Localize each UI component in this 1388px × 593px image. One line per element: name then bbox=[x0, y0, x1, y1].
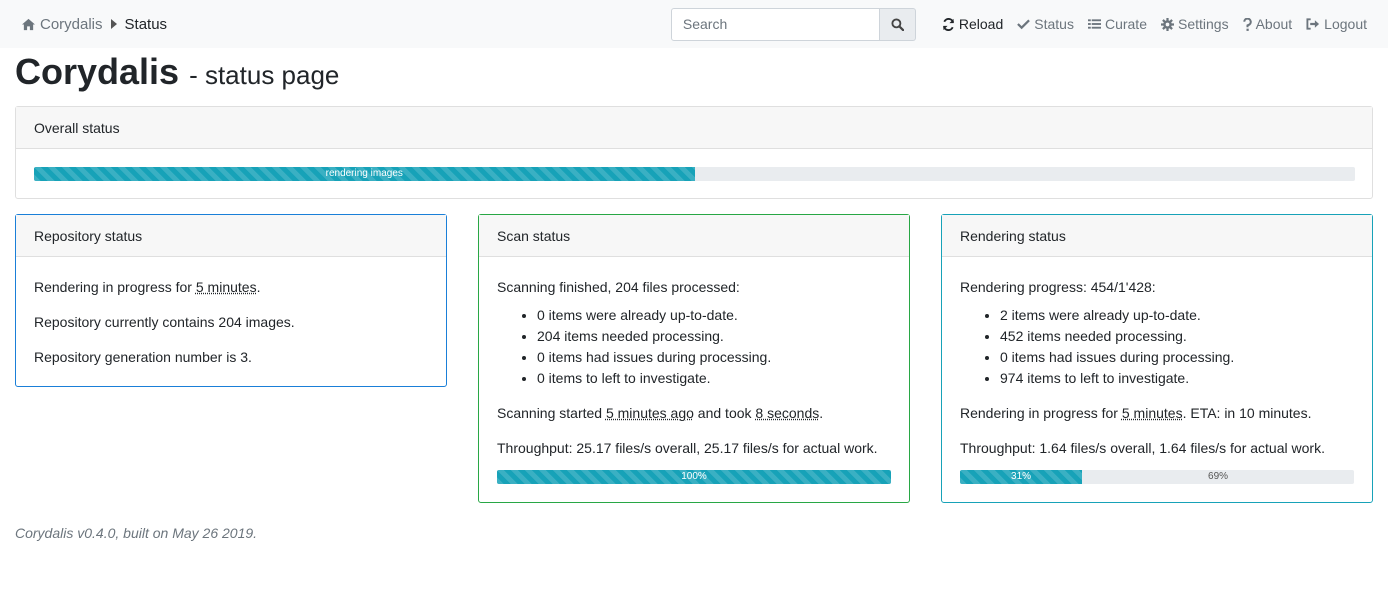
repository-generation-line: Repository generation number is 3. bbox=[34, 349, 252, 365]
overall-progress-bar: rendering images bbox=[34, 167, 695, 181]
scan-progress-bar: 100% bbox=[497, 470, 891, 484]
duration-abbr: 8 seconds bbox=[755, 405, 820, 421]
list-item: 2 items were already up-to-date. bbox=[1000, 305, 1354, 326]
home-icon bbox=[22, 18, 35, 30]
breadcrumb-current: Status bbox=[124, 15, 168, 33]
time-abbr: 5 minutes ago bbox=[605, 405, 694, 421]
repository-rendering-line: Rendering in progress for 5 minutes. bbox=[34, 279, 261, 295]
scan-status-card: Scan status Scanning finished, 204 files… bbox=[478, 214, 910, 503]
rendering-items: 2 items were already up-to-date. 452 ite… bbox=[960, 305, 1354, 389]
page-title-main: Corydalis bbox=[15, 51, 180, 92]
footer-version: Corydalis v0.4.0, built on May 26 2019. bbox=[15, 525, 258, 541]
refresh-icon bbox=[942, 17, 954, 31]
card-header: Repository status bbox=[16, 215, 446, 257]
rendering-summary: Rendering progress: 454/1'428: bbox=[960, 279, 1156, 295]
check-icon bbox=[1017, 19, 1031, 30]
list-item: 0 items were already up-to-date. bbox=[537, 305, 891, 326]
overall-progress: rendering images bbox=[34, 167, 1355, 181]
list-item: 0 items had issues during processing. bbox=[1000, 347, 1354, 368]
nav-reload-label: Reload bbox=[958, 16, 1004, 32]
nav-settings-label: Settings bbox=[1177, 16, 1229, 32]
breadcrumb: Corydalis Status bbox=[21, 16, 167, 33]
list-item: 974 items to left to investigate. bbox=[1000, 368, 1354, 389]
card-header: Overall status bbox=[16, 107, 1372, 149]
nav-curate[interactable]: Curate bbox=[1087, 16, 1147, 32]
rendering-throughput: Throughput: 1.64 files/s overall, 1.64 f… bbox=[960, 440, 1325, 456]
scan-throughput: Throughput: 25.17 files/s overall, 25.17… bbox=[497, 440, 878, 456]
rendering-progress: 31% 69% bbox=[960, 470, 1354, 484]
repository-images-line: Repository currently contains 204 images… bbox=[34, 314, 295, 330]
navbar: Corydalis Status Reload bbox=[0, 0, 1388, 48]
overall-status-card: Overall status rendering images bbox=[15, 106, 1373, 199]
question-icon bbox=[1242, 17, 1252, 31]
nav-settings[interactable]: Settings bbox=[1160, 16, 1229, 32]
scan-progress: 100% bbox=[497, 470, 891, 484]
search-form bbox=[670, 7, 916, 41]
repository-status-card: Repository status Rendering in progress … bbox=[15, 214, 447, 387]
list-item: 452 items needed processing. bbox=[1000, 326, 1354, 347]
list-icon bbox=[1087, 19, 1101, 29]
search-button[interactable] bbox=[879, 7, 916, 41]
search-icon bbox=[891, 17, 904, 31]
main-content: Corydalis - status page Overall status r… bbox=[0, 50, 1388, 541]
page-subtitle: - status page bbox=[189, 60, 340, 90]
scan-summary: Scanning finished, 204 files processed: bbox=[497, 279, 740, 295]
nav-about[interactable]: About bbox=[1242, 16, 1293, 32]
card-header: Rendering status bbox=[942, 215, 1372, 257]
rendering-eta-line: Rendering in progress for 5 minutes. ETA… bbox=[960, 405, 1312, 421]
nav-logout[interactable]: Logout bbox=[1306, 16, 1367, 32]
nav-status-label: Status bbox=[1034, 16, 1074, 32]
scan-timing-line: Scanning started 5 minutes ago and took … bbox=[497, 405, 824, 421]
scan-items: 0 items were already up-to-date. 204 ite… bbox=[497, 305, 891, 389]
rendering-status-card: Rendering status Rendering progress: 454… bbox=[941, 214, 1373, 503]
list-item: 0 items had issues during processing. bbox=[537, 347, 891, 368]
rendering-progress-done: 31% bbox=[960, 470, 1083, 484]
time-abbr: 5 minutes bbox=[1121, 405, 1183, 421]
rendering-progress-remaining: 69% bbox=[1208, 471, 1229, 482]
list-item: 0 items to left to investigate. bbox=[537, 368, 891, 389]
nav-reload[interactable]: Reload bbox=[942, 16, 1003, 32]
page-title: Corydalis - status page bbox=[15, 50, 1373, 97]
list-item: 204 items needed processing. bbox=[537, 326, 891, 347]
brand-link[interactable]: Corydalis bbox=[40, 16, 103, 33]
time-abbr: 5 minutes bbox=[195, 279, 257, 295]
search-input[interactable] bbox=[670, 7, 880, 41]
nav-curate-label: Curate bbox=[1104, 16, 1147, 32]
nav-logout-label: Logout bbox=[1324, 16, 1367, 32]
chevron-right-icon bbox=[110, 19, 117, 29]
card-header: Scan status bbox=[479, 215, 909, 257]
gear-icon bbox=[1160, 17, 1174, 31]
nav-about-label: About bbox=[1255, 16, 1293, 32]
logout-icon bbox=[1306, 18, 1320, 30]
nav-status[interactable]: Status bbox=[1017, 16, 1074, 32]
